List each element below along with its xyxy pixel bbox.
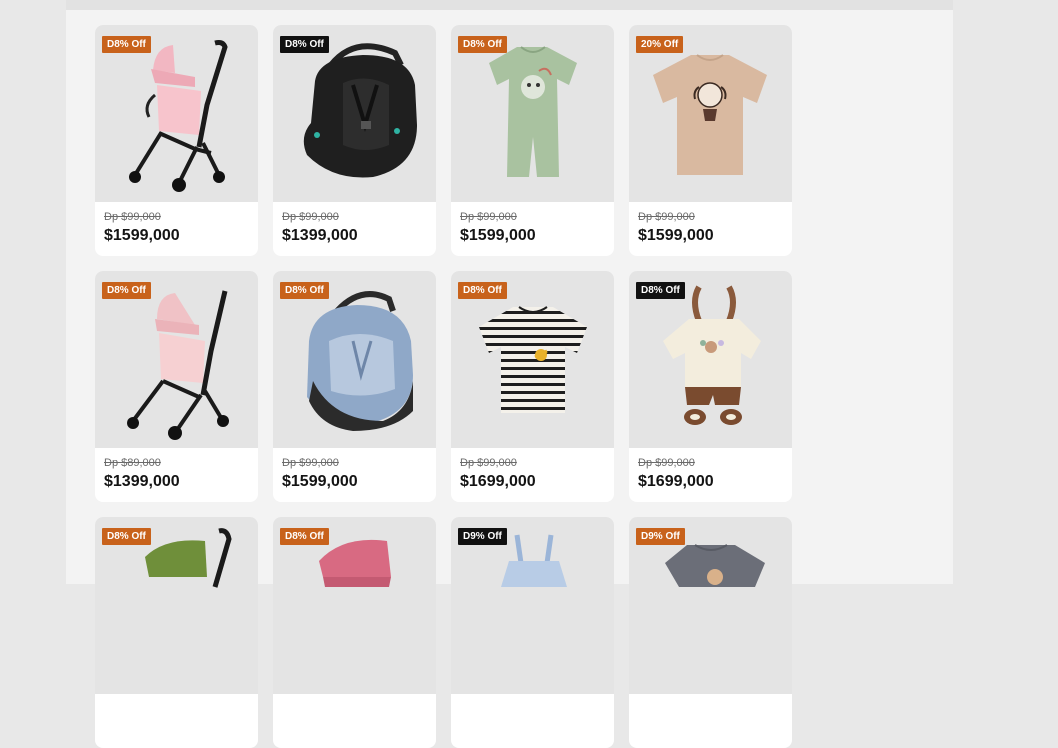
discount-badge: D8% Off [102,36,151,53]
product-image: D8% Off [451,25,614,202]
product-image: D8% Off [273,271,436,448]
product-image: D8% Off [451,271,614,448]
sale-price: $1599,000 [460,227,536,244]
product-card[interactable]: D8% Off Dp $99,000 $1599,000 [95,25,258,256]
sale-price: $1599,000 [104,227,180,244]
original-price: Dp $99,000 [460,457,517,469]
sale-price: $1699,000 [638,473,714,490]
sale-price: $1599,000 [638,227,714,244]
product-card[interactable]: D8% Off Dp $99,000 $1699,000 [629,271,792,502]
discount-badge: D8% Off [458,36,507,53]
product-card[interactable]: D8% Off Dp $99,000 $1699,000 [451,271,614,502]
product-card[interactable]: D9% Off [629,517,792,748]
discount-badge: D8% Off [458,282,507,299]
product-card[interactable]: D8% Off [95,517,258,748]
product-image: D8% Off [273,25,436,202]
product-image: D8% Off [95,517,258,694]
discount-badge: D8% Off [280,282,329,299]
sale-price: $1599,000 [282,473,358,490]
product-card[interactable]: D8% Off Dp $99,000 $1599,000 [451,25,614,256]
original-price: Dp $99,000 [282,211,339,223]
product-card[interactable]: D8% Off Dp $99,000 $1599,000 [273,271,436,502]
product-card[interactable]: D8% Off Dp $99,000 $1399,000 [273,25,436,256]
product-image: D9% Off [629,517,792,694]
product-card[interactable]: 20% Off Dp $99,000 $1599,000 [629,25,792,256]
product-image: D9% Off [451,517,614,694]
discount-badge: D8% Off [102,282,151,299]
product-card[interactable]: D8% Off Dp $89,000 $1399,000 [95,271,258,502]
top-strip [66,0,953,10]
product-image: D8% Off [95,271,258,448]
product-grid: D8% Off Dp $99,000 $1599,000 D8% Off Dp … [95,25,792,748]
sale-price: $1699,000 [460,473,536,490]
product-card[interactable]: D8% Off [273,517,436,748]
original-price: Dp $99,000 [638,457,695,469]
original-price: Dp $99,000 [638,211,695,223]
discount-badge: 20% Off [636,36,684,53]
product-image: D8% Off [95,25,258,202]
original-price: Dp $89,000 [104,457,161,469]
original-price: Dp $99,000 [460,211,517,223]
product-card[interactable]: D9% Off [451,517,614,748]
discount-badge: D8% Off [280,36,329,53]
sale-price: $1399,000 [104,473,180,490]
discount-badge: D9% Off [636,528,685,545]
product-image: 20% Off [629,25,792,202]
discount-badge: D8% Off [280,528,329,545]
discount-badge: D9% Off [458,528,507,545]
original-price: Dp $99,000 [282,457,339,469]
product-image: D8% Off [629,271,792,448]
original-price: Dp $99,000 [104,211,161,223]
sale-price: $1399,000 [282,227,358,244]
discount-badge: D8% Off [102,528,151,545]
discount-badge: D8% Off [636,282,685,299]
product-image: D8% Off [273,517,436,694]
